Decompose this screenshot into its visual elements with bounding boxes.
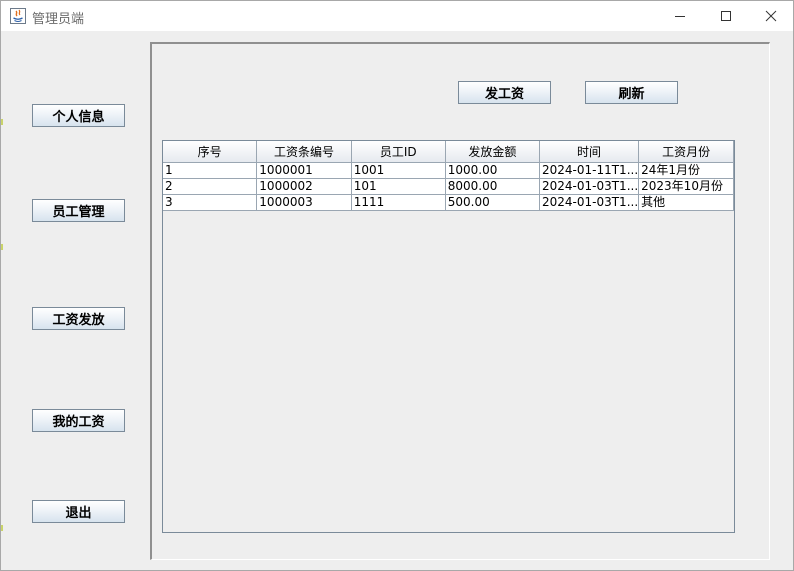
table-cell[interactable]: 24年1月份 [638,162,734,179]
table-header-row: 序号 工资条编号 员工ID 发放金额 时间 工资月份 [163,141,734,163]
table-cell[interactable]: 2023年10月份 [638,178,734,195]
maximize-icon [721,11,731,21]
edge-marker [1,119,3,125]
table-cell[interactable]: 2024-01-03T1... [539,194,640,211]
column-header-slip-id[interactable]: 工资条编号 [256,141,352,163]
personal-info-button[interactable]: 个人信息 [32,104,125,127]
table-cell[interactable]: 1000.00 [445,162,540,179]
minimize-button[interactable] [657,1,703,31]
title-bar: 管理员端 [1,1,793,31]
table-cell[interactable]: 2 [163,178,258,195]
table-cell[interactable]: 1001 [351,162,446,179]
column-header-month[interactable]: 工资月份 [638,141,734,163]
table-cell[interactable]: 101 [351,178,446,195]
table-row[interactable]: 3 1000003 1111 500.00 2024-01-03T1... 其他 [163,194,734,211]
minimize-icon [675,16,685,17]
app-window: 管理员端 个人信息 员工管理 工资发放 我的工资 退出 发工资 刷新 序号 工资… [0,0,794,571]
maximize-button[interactable] [703,1,749,31]
column-header-index[interactable]: 序号 [163,141,258,163]
table-cell[interactable]: 2024-01-11T1... [539,162,640,179]
column-header-time[interactable]: 时间 [539,141,640,163]
table-cell[interactable]: 1000002 [256,178,352,195]
employee-management-button[interactable]: 员工管理 [32,199,125,222]
table-cell[interactable]: 3 [163,194,258,211]
pay-salary-button[interactable]: 发工资 [458,81,551,104]
table-cell[interactable]: 1 [163,162,258,179]
salary-table-container: 序号 工资条编号 员工ID 发放金额 时间 工资月份 1 1000001 100… [162,140,735,533]
salary-payment-button[interactable]: 工资发放 [32,307,125,330]
salary-table: 序号 工资条编号 员工ID 发放金额 时间 工资月份 1 1000001 100… [163,141,734,211]
my-salary-button[interactable]: 我的工资 [32,409,125,432]
table-cell[interactable]: 1000003 [256,194,352,211]
column-header-amount[interactable]: 发放金额 [445,141,540,163]
table-cell[interactable]: 500.00 [445,194,540,211]
table-cell[interactable]: 其他 [638,194,734,211]
java-app-icon [10,8,26,24]
logout-button[interactable]: 退出 [32,500,125,523]
column-header-employee-id[interactable]: 员工ID [351,141,446,163]
table-cell[interactable]: 1000001 [256,162,352,179]
table-cell[interactable]: 2024-01-03T1... [539,178,640,195]
edge-marker [1,525,3,531]
table-cell[interactable]: 1111 [351,194,446,211]
table-row[interactable]: 2 1000002 101 8000.00 2024-01-03T1... 20… [163,178,734,195]
table-row[interactable]: 1 1000001 1001 1000.00 2024-01-11T1... 2… [163,162,734,179]
table-cell[interactable]: 8000.00 [445,178,540,195]
edge-marker [1,244,3,250]
refresh-button[interactable]: 刷新 [585,81,678,104]
close-icon [765,10,777,22]
window-title: 管理员端 [32,12,85,27]
close-button[interactable] [748,1,794,31]
